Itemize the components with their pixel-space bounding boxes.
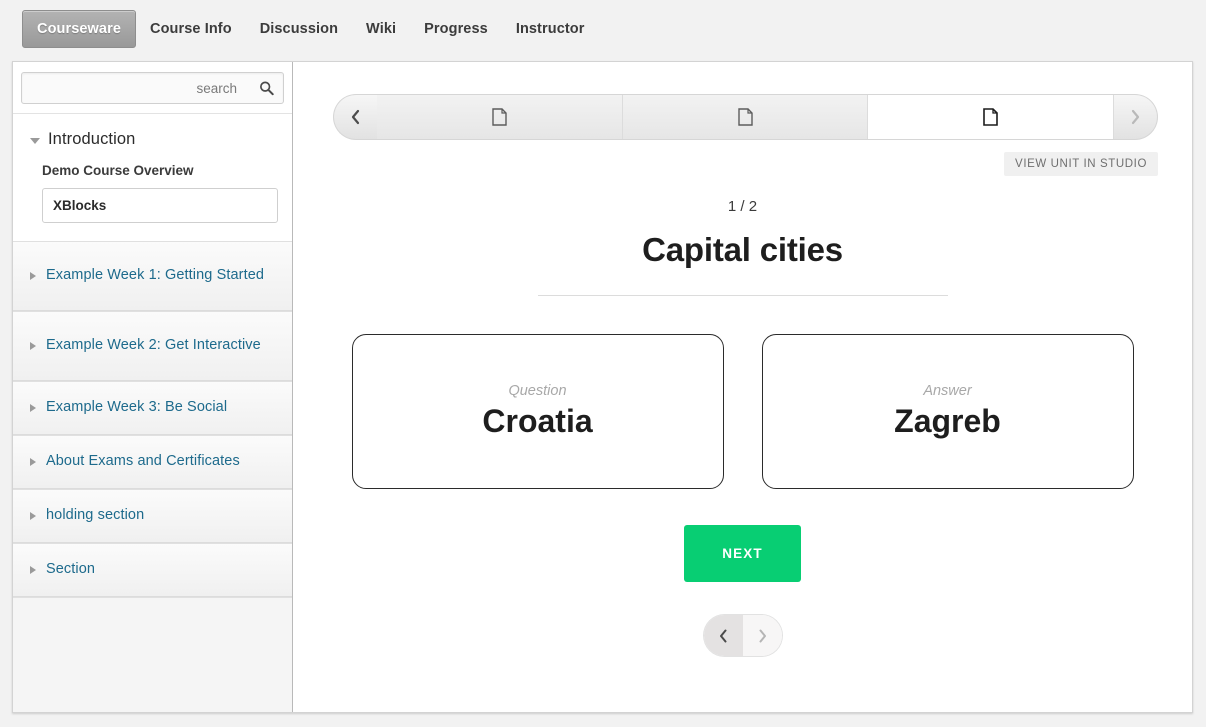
sidebar-chapter-section[interactable]: Section <box>13 543 292 597</box>
pager-prev-button[interactable] <box>703 615 743 656</box>
next-button-row: NEXT <box>293 525 1192 582</box>
question-label: Question <box>508 383 567 399</box>
sequence-prev-button[interactable] <box>333 94 377 140</box>
triangle-right-icon <box>30 566 36 574</box>
view-unit-in-studio-button[interactable]: VIEW UNIT IN STUDIO <box>1004 152 1158 176</box>
sequence-tab-2[interactable] <box>622 95 869 139</box>
unit-content-area: VIEW UNIT IN STUDIO 1 / 2 Capital cities… <box>293 62 1192 712</box>
sidebar-chapter-introduction: Introduction Demo Course Overview XBlock… <box>13 114 292 241</box>
question-card[interactable]: Question Croatia <box>351 334 724 489</box>
sidebar-chapter-label[interactable]: holding section <box>46 507 144 524</box>
studio-link-row: VIEW UNIT IN STUDIO <box>293 152 1158 176</box>
subsection-label: Demo Course Overview <box>42 163 194 178</box>
answer-value: Zagreb <box>894 403 1001 439</box>
search-input[interactable] <box>22 73 283 103</box>
chapter-title-introduction: Introduction <box>48 130 136 148</box>
document-icon <box>737 108 753 126</box>
course-tab-wiki[interactable]: Wiki <box>352 10 410 48</box>
triangle-right-icon <box>30 404 36 412</box>
chapter-introduction-header[interactable]: Introduction <box>13 114 292 153</box>
course-tab-bar: Courseware Course Info Discussion Wiki P… <box>0 0 1206 58</box>
sequence-tab-1[interactable] <box>377 95 623 139</box>
sidebar-chapter-holding-section[interactable]: holding section <box>13 489 292 543</box>
triangle-right-icon <box>30 458 36 466</box>
chevron-right-icon <box>1131 109 1140 125</box>
chevron-left-icon <box>719 629 726 642</box>
sidebar-chapter-about-exams[interactable]: About Exams and Certificates <box>13 435 292 489</box>
course-page-container: Introduction Demo Course Overview XBlock… <box>12 61 1193 713</box>
course-tab-discussion[interactable]: Discussion <box>246 10 352 48</box>
sidebar-search-container <box>13 62 292 114</box>
sequence-tab-list <box>377 94 1114 140</box>
course-outline-sidebar: Introduction Demo Course Overview XBlock… <box>13 62 293 712</box>
chevron-left-icon <box>351 109 360 125</box>
sidebar-chapter-example-week-3[interactable]: Example Week 3: Be Social <box>13 381 292 435</box>
sidebar-chapter-example-week-1[interactable]: Example Week 1: Getting Started <box>13 241 292 311</box>
triangle-right-icon <box>30 272 36 280</box>
sidebar-chapter-label[interactable]: Section <box>46 561 95 578</box>
answer-label: Answer <box>923 383 972 399</box>
course-tab-instructor[interactable]: Instructor <box>502 10 599 48</box>
course-tab-progress[interactable]: Progress <box>410 10 502 48</box>
answer-card[interactable]: Answer Zagreb <box>761 334 1134 489</box>
search-box[interactable] <box>21 72 284 104</box>
title-divider <box>537 295 948 296</box>
sidebar-chapter-label[interactable]: Example Week 3: Be Social <box>46 399 227 416</box>
unit-title: Capital cities <box>642 231 843 268</box>
question-value: Croatia <box>482 403 593 439</box>
pager-next-button[interactable] <box>742 615 782 656</box>
document-icon <box>492 108 507 126</box>
sidebar-empty-space <box>13 597 292 712</box>
sidebar-chapter-label[interactable]: Example Week 2: Get Interactive <box>46 337 261 354</box>
sequence-navigation <box>333 94 1158 140</box>
unit-counter: 1 / 2 <box>727 198 758 215</box>
sequence-next-button[interactable] <box>1114 94 1158 140</box>
triangle-right-icon <box>30 342 36 350</box>
sequence-tab-3-active[interactable] <box>868 95 1114 139</box>
flashcard-pager <box>703 615 782 656</box>
triangle-right-icon <box>30 512 36 520</box>
sidebar-unit-xblocks[interactable]: XBlocks <box>42 188 278 223</box>
triangle-down-icon <box>30 137 40 144</box>
chevron-right-icon <box>759 629 766 642</box>
sidebar-chapter-label[interactable]: About Exams and Certificates <box>46 453 240 470</box>
sidebar-chapter-label[interactable]: Example Week 1: Getting Started <box>46 267 264 284</box>
document-icon <box>983 108 998 126</box>
course-tab-courseware[interactable]: Courseware <box>22 10 137 48</box>
next-button[interactable]: NEXT <box>684 525 801 582</box>
sidebar-chapter-example-week-2[interactable]: Example Week 2: Get Interactive <box>13 311 292 381</box>
subsection-demo-course-overview: Demo Course Overview XBlocks <box>13 153 292 241</box>
course-tab-course-info[interactable]: Course Info <box>136 10 246 48</box>
flashcard-row: Question Croatia Answer Zagreb <box>293 334 1192 489</box>
pager-row <box>293 615 1192 656</box>
